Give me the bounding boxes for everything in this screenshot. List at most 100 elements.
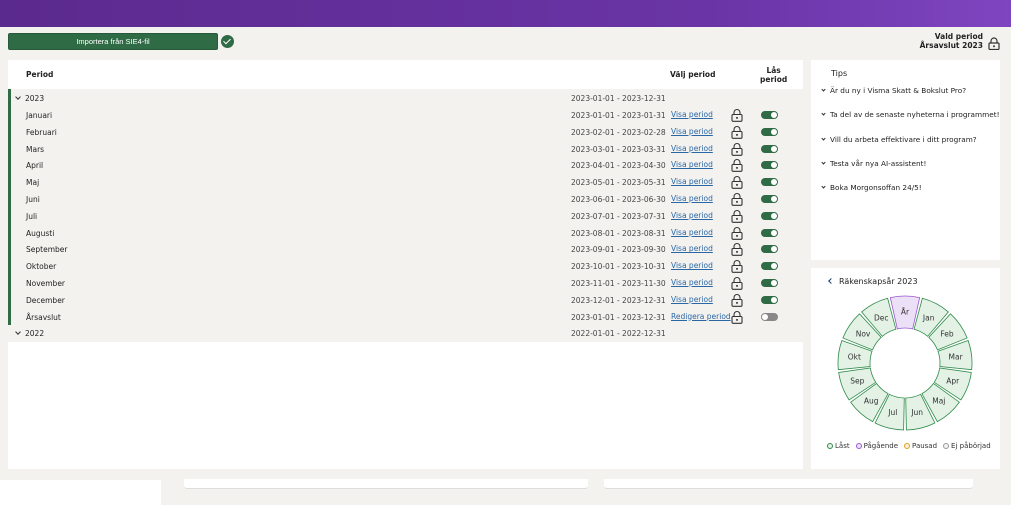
period-row: Augusti 2023-08-01 - 2023-08-31 Visa perio… [8, 225, 803, 241]
selected-period-value: Årsavslut 2023 [919, 41, 983, 50]
wheel-legend: Låst Pågående Pausad Ej påbörjad [827, 442, 991, 450]
period-dates: 2023-11-01 - 2023-11-30 [571, 279, 666, 288]
period-dates: 2023-06-01 - 2023-06-30 [571, 195, 666, 204]
wheel-month-label: Nov [856, 330, 871, 339]
period-name: November [26, 279, 66, 288]
bottom-left-area [0, 480, 161, 505]
tip-item[interactable]: Ta del av de senaste nyheterna i program… [821, 110, 1000, 119]
lock-period-toggle[interactable] [761, 161, 778, 170]
wheel-month-label: Jun [910, 408, 923, 417]
lock-period-toggle[interactable] [761, 295, 778, 304]
view-period-link[interactable]: Visa period [671, 278, 713, 287]
period-name: April [26, 161, 44, 171]
lock-icon[interactable] [731, 158, 743, 174]
lock-icon[interactable] [731, 142, 743, 158]
lock-icon[interactable] [731, 209, 743, 225]
lock-icon[interactable] [731, 242, 743, 258]
legend-pagaende: Pågående [855, 442, 898, 450]
period-header: Period [26, 70, 54, 79]
period-name: Årsavslut [26, 312, 61, 322]
lock-icon[interactable] [731, 125, 743, 141]
chevron-left-icon[interactable] [828, 278, 834, 284]
wheel-month-label: Okt [848, 352, 861, 361]
view-period-link[interactable]: Redigera period [671, 312, 731, 321]
view-period-link[interactable]: Visa period [671, 261, 713, 270]
period-row: Juni 2023-06-01 - 2023-06-30 Visa period [8, 191, 803, 207]
chevron-down-icon [821, 160, 826, 165]
period-dates: 2023-04-01 - 2023-04-30 [571, 161, 666, 171]
wheel-month-label: År [901, 308, 910, 317]
lock-period-toggle[interactable] [761, 211, 778, 220]
view-period-link[interactable]: Visa period [671, 194, 713, 203]
las-header-line1: Lås [766, 66, 781, 75]
wheel-month-label: Dec [874, 313, 889, 322]
period-row: Mars 2023-03-01 - 2023-03-31 Visa period [8, 141, 803, 157]
period-name: Oktober [26, 262, 57, 272]
lock-period-toggle[interactable] [761, 178, 778, 187]
wheel-month-label: Jan [922, 313, 935, 322]
bottom-card [604, 479, 973, 489]
view-period-link[interactable]: Visa period [671, 177, 713, 186]
view-period-link[interactable]: Visa period [671, 244, 713, 253]
lock-period-toggle[interactable] [761, 195, 778, 203]
year-row-2023[interactable]: 2023 2023-01-01 - 2023-12-31 [8, 90, 803, 106]
tip-text: Ta del av de senaste nyheterna i program… [830, 110, 1000, 120]
tip-item[interactable]: Boka Morgonsoffan 24/5! [821, 183, 922, 192]
top-banner [0, 0, 1011, 27]
view-period-link[interactable]: Visa period [671, 160, 713, 169]
lock-icon[interactable] [731, 175, 743, 191]
year-label: 2022 [25, 329, 45, 338]
lock-period-toggle[interactable] [761, 127, 778, 136]
lock-icon[interactable] [731, 259, 743, 275]
lock-period-toggle[interactable] [761, 312, 778, 321]
tip-text: Testa vår nya AI-assistent! [830, 158, 927, 168]
lock-icon[interactable] [731, 192, 743, 208]
period-row: Februari 2023-02-01 - 2023-02-28 Visa peri… [8, 124, 803, 140]
period-name: Mars [26, 144, 45, 154]
wheel-month-label: Apr [946, 377, 960, 386]
period-row: Januari 2023-01-01 - 2023-01-31 Visa perio… [8, 107, 803, 123]
import-sie4-button[interactable]: Importera från SIE4-fil [8, 33, 218, 50]
view-period-link[interactable]: Visa period [671, 144, 713, 153]
period-name: Juli [26, 211, 38, 221]
period-name: Januari [26, 111, 53, 120]
view-period-link[interactable]: Visa period [671, 211, 713, 220]
chevron-down-icon [821, 184, 826, 189]
lock-icon[interactable] [731, 293, 743, 309]
wheel-month-label: Maj [932, 397, 945, 406]
period-dates: 2023-01-01 - 2023-01-31 [571, 111, 666, 120]
wheel-month-label: Mar [949, 352, 964, 361]
period-dates: 2023-10-01 - 2023-10-31 [571, 262, 666, 272]
lock-period-toggle[interactable] [761, 144, 778, 153]
period-name: Augusti [26, 228, 55, 238]
lock-period-toggle[interactable] [761, 228, 778, 237]
las-period-header: Lås period [760, 66, 787, 84]
lock-period-toggle[interactable] [761, 111, 778, 119]
view-period-link[interactable]: Visa period [671, 110, 713, 119]
tip-text: Är du ny i Visma Skatt & Bokslut Pro? [830, 86, 967, 95]
las-header-line2: period [760, 75, 788, 84]
selected-period-info: Vald period Årsavslut 2023 [920, 32, 983, 50]
wheel-month-label: Jul [887, 408, 897, 417]
view-period-link[interactable]: Visa period [671, 127, 713, 136]
lock-icon[interactable] [731, 276, 743, 292]
lock-period-toggle[interactable] [761, 279, 778, 287]
tip-item[interactable]: Testa vår nya AI-assistent! [821, 159, 926, 168]
view-period-link[interactable]: Visa period [671, 228, 713, 237]
period-panel: Period Välj period Lås period 2023 2023-… [8, 60, 803, 469]
chevron-down-icon[interactable] [15, 94, 21, 100]
year-row-2022[interactable]: 2022 2022-01-01 - 2022-12-31 [8, 325, 803, 341]
lock-icon[interactable] [731, 310, 743, 326]
view-period-link[interactable]: Visa period [671, 295, 713, 304]
bottom-card [184, 479, 588, 489]
chevron-down-icon[interactable] [15, 329, 21, 335]
lock-period-toggle[interactable] [761, 245, 778, 254]
lock-icon[interactable] [731, 108, 743, 124]
lock-period-toggle[interactable] [761, 262, 778, 271]
lock-icon[interactable] [731, 226, 743, 242]
chevron-down-icon [821, 135, 826, 141]
period-row: Oktober 2023-10-01 - 2023-10-31 Visa perio… [8, 258, 803, 274]
tip-item[interactable]: Är du ny i Visma Skatt & Bokslut Pro? [821, 86, 966, 95]
tip-item[interactable]: Vill du arbeta effektivare i ditt progra… [821, 135, 977, 144]
period-row: November 2023-11-01 - 2023-11-30 Visa peri… [8, 275, 803, 291]
